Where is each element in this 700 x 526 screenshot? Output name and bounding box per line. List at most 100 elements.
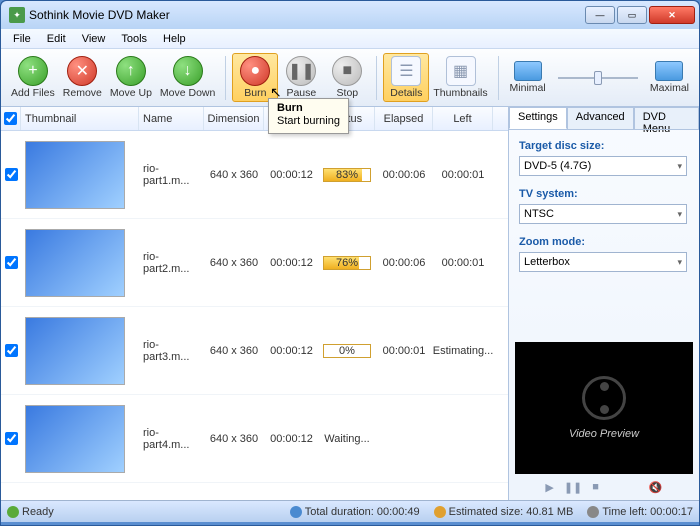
row-status-text: Waiting... bbox=[324, 433, 369, 445]
minimize-button[interactable]: — bbox=[585, 6, 615, 24]
progress-bar: 0% bbox=[323, 344, 371, 358]
arrow-down-icon: ↓ bbox=[173, 56, 203, 86]
minimal-button[interactable]: Minimal bbox=[505, 58, 551, 97]
remove-icon: ✕ bbox=[67, 56, 97, 86]
row-name: rio-part2.m... bbox=[139, 219, 204, 306]
maximal-icon bbox=[655, 61, 683, 81]
thumbnails-view-button[interactable]: ▦Thumbnails bbox=[429, 53, 491, 102]
tab-dvd-menu[interactable]: DVD Menu bbox=[634, 107, 699, 129]
row-duration: 00:00:12 bbox=[264, 219, 319, 306]
details-icon: ☰ bbox=[391, 56, 421, 86]
preview-volume-button[interactable]: 🔇 bbox=[649, 481, 663, 494]
maximize-button[interactable]: ▭ bbox=[617, 6, 647, 24]
status-bar: Ready Total duration: 00:00:49 Estimated… bbox=[1, 500, 699, 522]
app-icon: ✦ bbox=[9, 7, 25, 23]
pause-icon: ❚❚ bbox=[286, 56, 316, 86]
row-dimension: 640 x 360 bbox=[204, 395, 264, 482]
chevron-down-icon: ▾ bbox=[677, 209, 682, 220]
table-row[interactable]: rio-part1.m... 640 x 360 00:00:12 83% 00… bbox=[1, 131, 508, 219]
row-thumbnail bbox=[25, 317, 125, 385]
tab-settings[interactable]: Settings bbox=[509, 107, 567, 129]
row-dimension: 640 x 360 bbox=[204, 219, 264, 306]
row-checkbox[interactable] bbox=[5, 344, 18, 357]
disc-icon bbox=[434, 506, 446, 518]
chevron-down-icon: ▾ bbox=[677, 257, 682, 268]
menu-edit[interactable]: Edit bbox=[39, 31, 74, 47]
header-dimension[interactable]: Dimension bbox=[204, 107, 264, 130]
select-all-checkbox[interactable] bbox=[4, 112, 17, 125]
chevron-down-icon: ▾ bbox=[677, 161, 682, 172]
row-thumbnail bbox=[25, 229, 125, 297]
row-left: Estimating... bbox=[433, 307, 493, 394]
header-elapsed[interactable]: Elapsed bbox=[375, 107, 433, 130]
stop-icon: ■ bbox=[332, 56, 362, 86]
menubar: File Edit View Tools Help bbox=[1, 29, 699, 49]
menu-file[interactable]: File bbox=[5, 31, 39, 47]
tv-system-select[interactable]: NTSC▾ bbox=[519, 204, 687, 224]
header-left[interactable]: Left bbox=[433, 107, 493, 130]
row-thumbnail bbox=[25, 141, 125, 209]
status-ready-icon bbox=[7, 506, 19, 518]
row-thumbnail bbox=[25, 405, 125, 473]
est-size-value: 40.81 MB bbox=[526, 506, 573, 518]
row-checkbox[interactable] bbox=[5, 432, 18, 445]
tab-advanced[interactable]: Advanced bbox=[567, 107, 634, 129]
remove-button[interactable]: ✕Remove bbox=[59, 53, 106, 102]
pause-button[interactable]: ❚❚Pause bbox=[278, 53, 324, 102]
details-view-button[interactable]: ☰Details bbox=[383, 53, 429, 102]
burn-tooltip: Burn Start burning bbox=[268, 98, 349, 134]
row-elapsed: 00:00:01 bbox=[375, 307, 433, 394]
move-down-button[interactable]: ↓Move Down bbox=[156, 53, 219, 102]
table-row[interactable]: rio-part2.m... 640 x 360 00:00:12 76% 00… bbox=[1, 219, 508, 307]
tv-system-label: TV system: bbox=[519, 188, 689, 200]
maximal-button[interactable]: Maximal bbox=[646, 58, 693, 97]
menu-help[interactable]: Help bbox=[155, 31, 194, 47]
settings-pane: Settings Advanced DVD Menu Target disc s… bbox=[509, 107, 699, 500]
row-checkbox[interactable] bbox=[5, 168, 18, 181]
preview-label: Video Preview bbox=[569, 428, 639, 440]
preview-stop-button[interactable]: ■ bbox=[592, 481, 599, 493]
time-left-value: 00:00:17 bbox=[650, 506, 693, 518]
row-checkbox[interactable] bbox=[5, 256, 18, 269]
timer-icon bbox=[587, 506, 599, 518]
column-headers: Thumbnail Name Dimension Duration Status… bbox=[1, 107, 508, 131]
row-left: 00:00:01 bbox=[433, 131, 493, 218]
table-row[interactable]: rio-part3.m... 640 x 360 00:00:12 0% 00:… bbox=[1, 307, 508, 395]
row-duration: 00:00:12 bbox=[264, 131, 319, 218]
clock-icon bbox=[290, 506, 302, 518]
row-elapsed bbox=[375, 395, 433, 482]
settings-tabs: Settings Advanced DVD Menu bbox=[509, 107, 699, 129]
progress-bar: 76% bbox=[323, 256, 371, 270]
preview-pause-button[interactable]: ❚❚ bbox=[564, 481, 582, 494]
row-dimension: 640 x 360 bbox=[204, 131, 264, 218]
row-duration: 00:00:12 bbox=[264, 395, 319, 482]
menu-tools[interactable]: Tools bbox=[113, 31, 155, 47]
row-name: rio-part1.m... bbox=[139, 131, 204, 218]
zoom-mode-select[interactable]: Letterbox▾ bbox=[519, 252, 687, 272]
minimal-icon bbox=[514, 61, 542, 81]
row-duration: 00:00:12 bbox=[264, 307, 319, 394]
preview-controls: ▶ ❚❚ ■ 🔇 bbox=[509, 474, 699, 500]
record-icon: ● bbox=[240, 56, 270, 86]
add-files-button[interactable]: +Add Files bbox=[7, 53, 59, 102]
zoom-mode-label: Zoom mode: bbox=[519, 236, 689, 248]
table-row[interactable]: rio-part4.m... 640 x 360 00:00:12 Waitin… bbox=[1, 395, 508, 483]
target-disc-select[interactable]: DVD-5 (4.7G)▾ bbox=[519, 156, 687, 176]
preview-play-button[interactable]: ▶ bbox=[545, 481, 553, 494]
row-left bbox=[433, 395, 493, 482]
close-button[interactable]: ✕ bbox=[649, 6, 695, 24]
header-thumbnail[interactable]: Thumbnail bbox=[21, 107, 139, 130]
row-dimension: 640 x 360 bbox=[204, 307, 264, 394]
menu-view[interactable]: View bbox=[74, 31, 114, 47]
thumbnail-size-slider[interactable] bbox=[551, 77, 646, 79]
progress-bar: 83% bbox=[323, 168, 371, 182]
video-preview: Video Preview bbox=[515, 342, 693, 474]
tooltip-title: Burn bbox=[277, 102, 340, 114]
stop-button[interactable]: ■Stop bbox=[324, 53, 370, 102]
row-elapsed: 00:00:06 bbox=[375, 131, 433, 218]
titlebar: ✦ Sothink Movie DVD Maker — ▭ ✕ bbox=[1, 1, 699, 29]
header-name[interactable]: Name bbox=[139, 107, 204, 130]
status-ready: Ready bbox=[22, 506, 54, 518]
row-elapsed: 00:00:06 bbox=[375, 219, 433, 306]
move-up-button[interactable]: ↑Move Up bbox=[106, 53, 156, 102]
